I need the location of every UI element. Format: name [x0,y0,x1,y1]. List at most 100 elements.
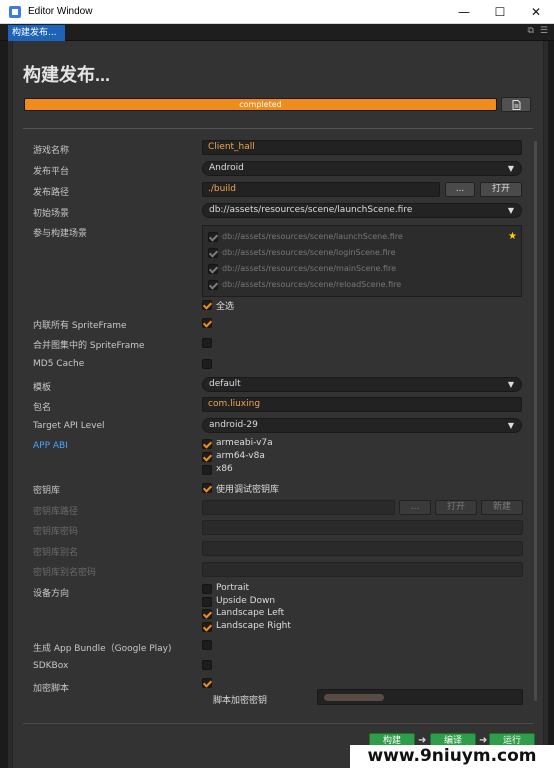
build-path-browse-button[interactable]: ... [445,182,475,197]
build-panel: 构建发布... completed 游戏名称 Client_hall 发布平台 … [12,41,544,768]
chevron-down-icon: ▼ [507,380,514,389]
platform-label: 发布平台 [33,167,70,177]
game-name-label: 游戏名称 [33,146,70,156]
watermark: www.9niuym.com [350,745,554,768]
minimize-button[interactable]: — [446,0,482,24]
abi-arm64-checkbox[interactable] [202,452,212,462]
open-log-button[interactable] [501,97,531,112]
document-icon [512,99,520,110]
build-path-open-button[interactable]: 打开 [480,182,522,197]
keystore-path-input[interactable] [202,500,395,515]
target-api-value: android-29 [209,420,258,430]
encrypt-script-label: 加密脚本 [33,684,70,694]
app-bundle-checkbox[interactable] [202,640,212,650]
debug-keystore-label: 使用调试密钥库 [216,485,280,495]
app-bundle-label: 生成 App Bundle（Google Play) [33,644,172,654]
scene-checkbox[interactable] [208,232,218,242]
scene-checkbox[interactable] [208,264,218,274]
keystore-password-label: 密钥库密码 [33,527,79,537]
popout-icon[interactable]: ⧉ [527,26,533,36]
md5-cache-label: MD5 Cache [33,359,85,369]
select-all-label: 全选 [216,302,235,312]
scene-checkbox[interactable] [208,280,218,290]
sdkbox-checkbox[interactable] [202,660,212,670]
encrypt-script-checkbox[interactable] [202,678,212,688]
menu-icon[interactable]: ☰ [540,26,548,36]
scrollbar[interactable] [534,141,537,701]
keystore-label: 密钥库 [33,486,61,496]
orientation-landscape-left-checkbox[interactable] [202,609,212,619]
chevron-down-icon: ▼ [507,421,514,430]
progress-label: completed [239,100,282,109]
keystore-open-button[interactable]: 打开 [435,500,477,515]
abi-x86-checkbox[interactable] [202,465,212,475]
orientation-upside-down-label: Upside Down [216,596,276,606]
package-name-label: 包名 [33,403,52,413]
close-button[interactable]: ✕ [518,0,554,24]
merge-spriteframe-label: 合并图集中的 SpriteFrame [33,341,145,351]
scene-path: db://assets/resources/scene/reloadScene.… [222,280,402,289]
platform-value: Android [209,163,244,173]
keystore-password-input[interactable] [202,520,523,535]
abi-armeabi-checkbox[interactable] [202,439,212,449]
chevron-down-icon: ▼ [507,206,514,215]
app-icon [9,5,21,18]
inline-spriteframe-checkbox[interactable] [202,318,212,328]
sdkbox-label: SDKBox [33,661,69,671]
keystore-alias-password-label: 密钥库别名密码 [33,568,97,578]
debug-keystore-checkbox[interactable] [202,483,212,493]
orientation-landscape-right-checkbox[interactable] [202,622,212,632]
abi-armeabi-label: armeabi-v7a [216,438,273,448]
scene-path: db://assets/resources/scene/loginScene.f… [222,248,396,257]
md5-cache-checkbox[interactable] [202,359,212,369]
maximize-button[interactable]: ☐ [482,0,518,24]
start-scene-value: db://assets/resources/scene/launchScene.… [209,205,413,215]
orientation-upside-down-checkbox[interactable] [202,597,212,607]
build-path-label: 发布路径 [33,188,70,198]
template-select[interactable]: default ▼ [202,377,522,392]
scene-path: db://assets/resources/scene/mainScene.fi… [222,264,397,273]
keystore-alias-label: 密钥库别名 [33,548,79,558]
scenes-label: 参与构建场景 [33,229,88,239]
orientation-portrait-label: Portrait [216,583,250,593]
platform-select[interactable]: Android ▼ [202,161,522,176]
tab-build[interactable]: 构建发布... [8,25,65,41]
keystore-path-label: 密钥库路径 [33,507,79,517]
orientation-landscape-left-label: Landscape Left [216,608,285,618]
star-icon: ★ [508,231,517,242]
orientation-label: 设备方向 [33,589,70,599]
divider [23,128,533,129]
encrypt-key-label: 脚本加密密钥 [213,696,268,706]
obscured-key [324,694,384,701]
select-all-checkbox[interactable] [202,300,212,310]
orientation-landscape-right-label: Landscape Right [216,621,291,631]
template-label: 模板 [33,383,52,393]
page-title: 构建发布... [23,65,111,85]
package-name-input[interactable]: com.liuxing [202,397,522,412]
abi-arm64-label: arm64-v8a [216,451,265,461]
window-title: Editor Window [28,6,93,17]
scene-list: db://assets/resources/scene/launchScene.… [202,225,522,297]
background-edge-left [0,41,8,768]
keystore-alias-password-input[interactable] [202,562,523,577]
start-scene-label: 初始场景 [33,209,70,219]
target-api-label: Target API Level [33,421,105,431]
keystore-alias-input[interactable] [202,541,523,556]
app-abi-label: APP ABI [33,441,68,451]
scene-checkbox[interactable] [208,248,218,258]
merge-spriteframe-checkbox[interactable] [202,338,212,348]
orientation-portrait-checkbox[interactable] [202,584,212,594]
window-title-bar: Editor Window — ☐ ✕ [0,0,554,24]
keystore-browse-button[interactable]: ... [399,500,431,515]
scene-path: db://assets/resources/scene/launchScene.… [222,232,403,241]
start-scene-select[interactable]: db://assets/resources/scene/launchScene.… [202,203,522,218]
target-api-select[interactable]: android-29 ▼ [202,418,522,433]
game-name-input[interactable]: Client_hall [202,140,522,155]
inline-spriteframe-label: 内联所有 SpriteFrame [33,321,127,331]
keystore-new-button[interactable]: 新建 [481,500,523,515]
build-progress-bar: completed [24,98,497,111]
chevron-down-icon: ▼ [507,164,514,173]
encrypt-key-input[interactable] [317,689,523,705]
build-path-input[interactable]: ./build [202,182,440,197]
background-edge-right [548,41,554,768]
